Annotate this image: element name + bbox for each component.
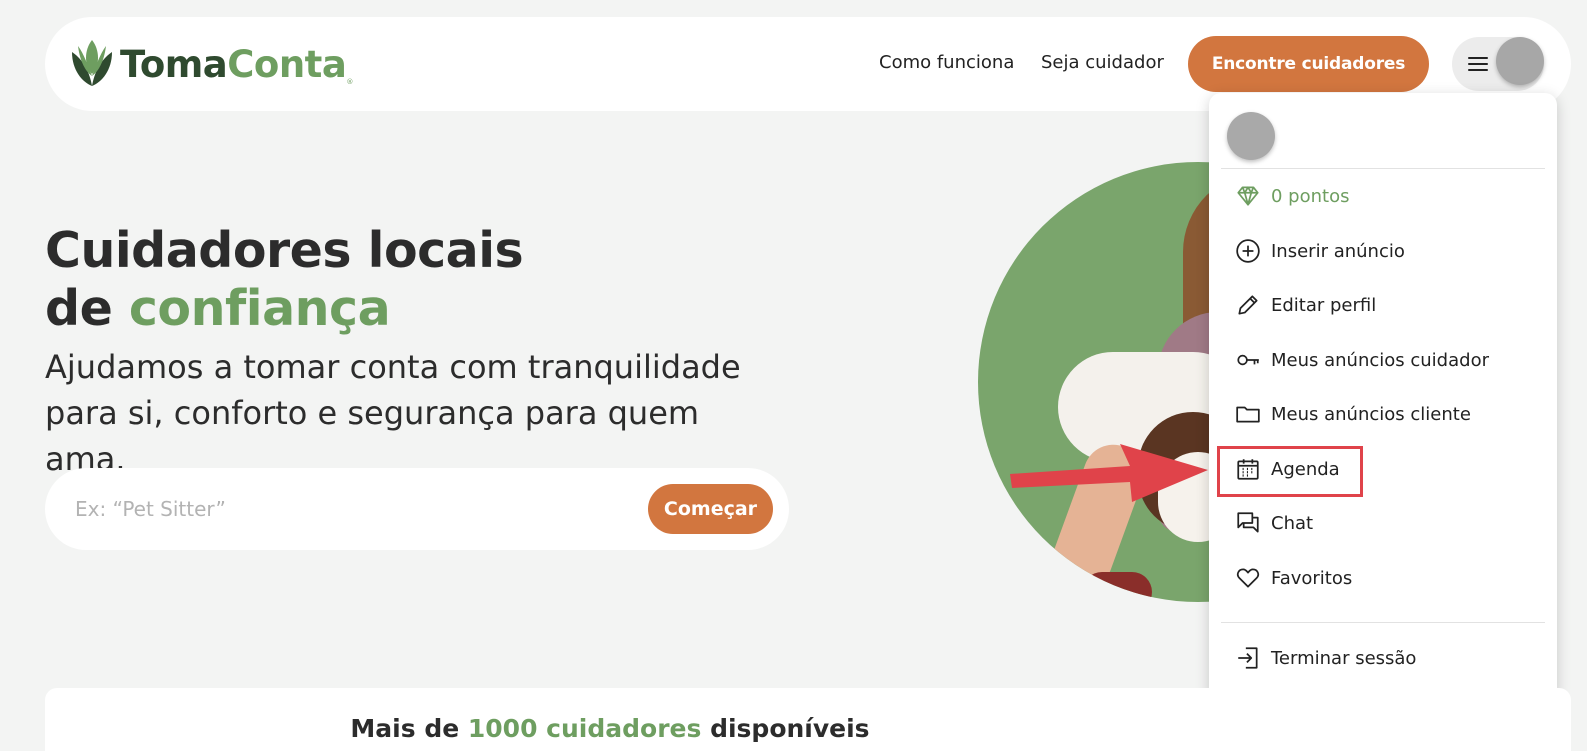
- chat-icon: [1237, 512, 1259, 533]
- nav-how-it-works[interactable]: Como funciona: [879, 52, 1014, 73]
- menu-item-client-ads[interactable]: Meus anúncios cliente: [1235, 397, 1471, 431]
- stats-highlight: 1000 cuidadores: [467, 714, 702, 743]
- key-icon: [1237, 354, 1259, 366]
- search-box: Começar: [45, 468, 789, 550]
- menu-item-label: Inserir anúncio: [1271, 240, 1405, 262]
- user-menu-toggle[interactable]: [1452, 37, 1544, 91]
- menu-item-label: Meus anúncios cliente: [1271, 403, 1471, 425]
- logo-registered-mark: ®: [346, 77, 353, 86]
- diamond-icon: [1237, 186, 1259, 206]
- hero-title-line1: Cuidadores locais: [45, 222, 524, 279]
- tomaconta-logo[interactable]: TomaConta®: [68, 38, 353, 90]
- red-arrow-annotation: [1010, 444, 1208, 502]
- menu-item-favorites[interactable]: Favoritos: [1235, 561, 1352, 595]
- menu-item-label: Meus anúncios cuidador: [1271, 349, 1489, 371]
- leaf-logo-icon: [72, 40, 112, 86]
- hero-title-line2-prefix: de: [45, 280, 129, 337]
- stats-text: Mais de 1000 cuidadores disponíveis: [350, 714, 870, 743]
- plus-circle-icon: [1236, 239, 1260, 263]
- hero-title: Cuidadores locais de confiança: [45, 222, 524, 338]
- find-caregivers-button[interactable]: Encontre cuidadores: [1188, 36, 1429, 92]
- menu-item-caregiver-ads[interactable]: Meus anúncios cuidador: [1235, 343, 1489, 377]
- menu-item-insert-ad[interactable]: Inserir anúncio: [1235, 234, 1405, 268]
- points-label: 0 pontos: [1271, 185, 1350, 207]
- heart-icon: [1236, 568, 1260, 588]
- search-input[interactable]: [75, 490, 635, 528]
- user-dropdown-menu: 0 pontos Inserir anúncio Editar perfil M…: [1209, 93, 1557, 702]
- nav-be-caregiver[interactable]: Seja cuidador: [1041, 52, 1164, 73]
- pencil-icon: [1238, 295, 1258, 315]
- menu-item-label: Terminar sessão: [1271, 647, 1417, 669]
- stats-section: Mais de 1000 cuidadores disponíveis: [45, 688, 1571, 751]
- menu-item-edit-profile[interactable]: Editar perfil: [1235, 288, 1376, 322]
- agenda-highlight-box: [1217, 446, 1363, 497]
- menu-divider: [1221, 622, 1545, 623]
- hero-title-highlight: confiança: [128, 280, 391, 337]
- user-avatar: [1496, 37, 1544, 85]
- logo-text-conta: Conta: [227, 42, 347, 86]
- menu-divider: [1221, 168, 1545, 169]
- menu-user-avatar: [1227, 112, 1275, 160]
- hero-subtitle: Ajudamos a tomar conta com tranquilidade…: [45, 344, 785, 482]
- menu-item-label: Editar perfil: [1271, 294, 1377, 316]
- hamburger-menu-icon: [1468, 57, 1488, 73]
- menu-item-logout[interactable]: Terminar sessão: [1235, 641, 1416, 675]
- logo-text-toma: Toma: [120, 42, 228, 86]
- logout-icon: [1238, 647, 1258, 669]
- menu-item-chat[interactable]: Chat: [1235, 506, 1313, 540]
- hero-subtitle-line2: para si, conforto e segurança para quem …: [45, 394, 700, 478]
- folder-icon: [1236, 406, 1260, 423]
- menu-item-label: Favoritos: [1271, 567, 1353, 589]
- menu-item-label: Chat: [1271, 512, 1314, 534]
- menu-points[interactable]: 0 pontos: [1235, 179, 1349, 213]
- hero-subtitle-line1: Ajudamos a tomar conta com tranquilidade: [45, 348, 741, 386]
- start-button[interactable]: Começar: [648, 484, 773, 534]
